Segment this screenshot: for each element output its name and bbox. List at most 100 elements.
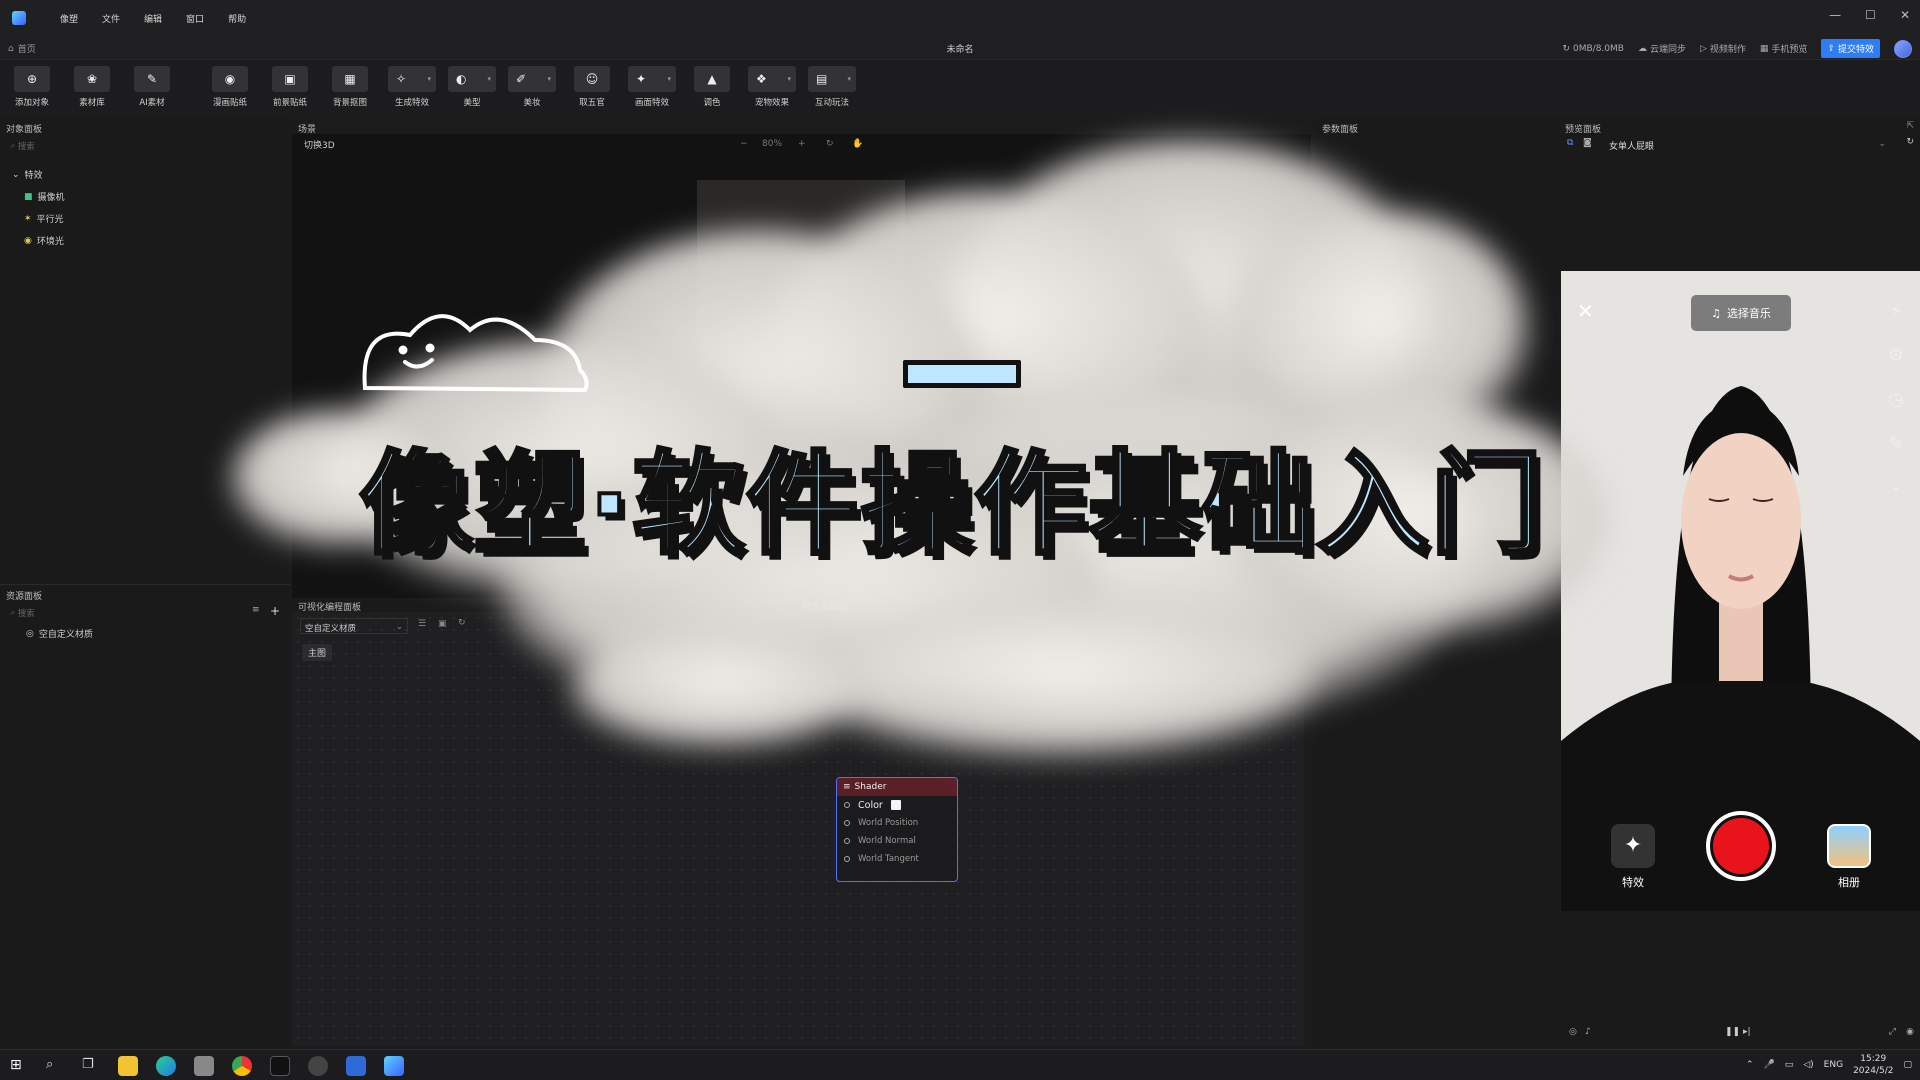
interactive-icon[interactable]: ▤ xyxy=(808,66,856,92)
ai-material-icon[interactable]: ✎ xyxy=(134,66,170,92)
record-mode-icon[interactable]: ◉ xyxy=(1906,1027,1914,1037)
notification-icon[interactable]: ▢ xyxy=(1903,1060,1912,1070)
obs-icon[interactable] xyxy=(308,1056,328,1076)
cloud-sync-button[interactable]: ☁ 云端同步 xyxy=(1638,42,1686,56)
album-button[interactable]: 相册 xyxy=(1825,824,1873,890)
tool-foreground-sticker[interactable]: ▣ 前景贴纸 xyxy=(264,66,316,108)
popout-icon[interactable]: ⇱ xyxy=(1906,121,1914,131)
tree-item-camera[interactable]: ■ 摄像机 xyxy=(24,190,65,204)
volume-icon[interactable]: ♪ xyxy=(1585,1027,1591,1037)
tray-expand-icon[interactable]: ⌃ xyxy=(1746,1060,1754,1070)
toggle-3d-button[interactable]: 切换3D xyxy=(304,138,335,151)
makeup-icon[interactable]: ✐ xyxy=(508,66,556,92)
tool-generate-effect[interactable]: ✧ 生成特效 xyxy=(386,66,438,108)
choose-music-button[interactable]: ♫ 选择音乐 xyxy=(1691,295,1791,331)
port-dot[interactable] xyxy=(844,856,850,862)
beauty-wand-icon[interactable]: ✎ xyxy=(1884,433,1908,454)
tool-makeup[interactable]: ✐ 美妆 xyxy=(506,66,558,108)
refresh-icon[interactable]: ↻ xyxy=(458,618,466,628)
file-explorer-icon[interactable] xyxy=(118,1056,138,1076)
menu-edit[interactable]: 编辑 xyxy=(144,12,162,25)
network-icon[interactable]: ▭ xyxy=(1785,1060,1794,1070)
tool-face-shape[interactable]: ◐ 美型 xyxy=(446,66,498,108)
filter-icon[interactable]: ≡ xyxy=(252,605,260,615)
zoom-out-icon[interactable]: − xyxy=(740,139,748,149)
settings-icon[interactable]: ⚙ xyxy=(1884,345,1908,366)
material-library-icon[interactable]: ❀ xyxy=(74,66,110,92)
windows-start-icon[interactable]: ⊞ xyxy=(10,1057,22,1073)
flash-off-icon[interactable]: ⚡ xyxy=(1884,301,1908,322)
phone-preview-button[interactable]: ▦ 手机预览 xyxy=(1760,42,1808,56)
port-color[interactable]: Color xyxy=(837,796,957,814)
port-dot[interactable] xyxy=(844,838,850,844)
port-dot[interactable] xyxy=(844,820,850,826)
pan-hand-icon[interactable]: ✋ xyxy=(852,139,863,149)
resource-item[interactable]: ◎ 空自定义材质 xyxy=(26,627,93,641)
input-language[interactable]: ENG xyxy=(1824,1060,1843,1070)
record-button[interactable] xyxy=(1706,811,1776,881)
resource-search-input[interactable]: ⌕ 搜索 xyxy=(10,607,35,619)
add-resource-icon[interactable]: + xyxy=(270,604,280,618)
tool-interactive[interactable]: ▤ 互动玩法 xyxy=(806,66,858,108)
list-icon[interactable]: ☰ xyxy=(418,619,426,629)
close-window-button[interactable]: ✕ xyxy=(1900,8,1910,22)
pet-effect-icon[interactable]: ❖ xyxy=(748,66,796,92)
tool-facial-features[interactable]: ☺ 取五官 xyxy=(566,66,618,108)
screen-effect-icon[interactable]: ✦ xyxy=(628,66,676,92)
search-icon[interactable]: ⌕ xyxy=(46,1057,53,1072)
background-matting-icon[interactable]: ▦ xyxy=(332,66,368,92)
timer-icon[interactable]: ◷ xyxy=(1884,389,1908,410)
tree-item-ambient-light[interactable]: ◉ 环境光 xyxy=(24,234,64,248)
refresh-icon[interactable]: ↻ xyxy=(1906,137,1914,147)
tool-color-grade[interactable]: ▲ 调色 xyxy=(686,66,738,108)
zoom-in-icon[interactable]: + xyxy=(798,139,806,149)
qq-icon[interactable] xyxy=(270,1056,290,1076)
tool-material-library[interactable]: ❀ 素材库 xyxy=(66,66,118,108)
chrome-icon[interactable] xyxy=(232,1056,252,1076)
menu-help[interactable]: 帮助 xyxy=(228,12,246,25)
menu-window[interactable]: 窗口 xyxy=(186,12,204,25)
port-world-normal[interactable]: World Normal xyxy=(837,832,957,850)
shader-node[interactable]: ≡ Shader Color World Position World Norm… xyxy=(836,777,958,882)
tool-ai-material[interactable]: ✎ AI素材 xyxy=(126,66,178,108)
pause-icon[interactable]: ❚❚ xyxy=(1725,1027,1740,1037)
effects-button[interactable]: ✦ 特效 xyxy=(1609,824,1657,890)
edge-browser-icon[interactable] xyxy=(156,1056,176,1076)
reset-view-icon[interactable]: ↻ xyxy=(826,139,834,149)
port-world-position[interactable]: World Position xyxy=(837,814,957,832)
fullscreen-icon[interactable]: ⤢ xyxy=(1889,1027,1896,1037)
submit-effect-button[interactable]: ⇪ 提交特效 xyxy=(1821,39,1880,58)
material-select[interactable]: 空自定义材质 ⌄ xyxy=(300,618,408,634)
app-icon[interactable] xyxy=(194,1056,214,1076)
phone-preview[interactable]: ✕ ♫ 选择音乐 ⚡ ⚙ ◷ ✎ ⌄ ✦ 特效 相册 xyxy=(1561,271,1920,911)
microphone-icon[interactable]: 🎤 xyxy=(1763,1060,1774,1070)
object-search-input[interactable]: ⌕ 搜索 xyxy=(10,140,35,152)
speed-icon[interactable]: ◎ xyxy=(1569,1027,1577,1037)
camera-icon[interactable]: ◙ xyxy=(1583,138,1592,148)
user-avatar[interactable] xyxy=(1894,39,1912,58)
comic-sticker-icon[interactable]: ◉ xyxy=(212,66,248,92)
port-dot[interactable] xyxy=(844,802,850,808)
mail-icon[interactable] xyxy=(346,1056,366,1076)
volume-icon[interactable]: ◁) xyxy=(1803,1060,1813,1070)
generate-effect-icon[interactable]: ✧ xyxy=(388,66,436,92)
next-frame-icon[interactable]: ▸| xyxy=(1743,1027,1751,1037)
xiangsu-app-icon[interactable] xyxy=(384,1056,404,1076)
video-make-button[interactable]: ▷ 视频制作 xyxy=(1700,42,1746,56)
foreground-sticker-icon[interactable]: ▣ xyxy=(272,66,308,92)
port-world-tangent[interactable]: World Tangent xyxy=(837,850,957,868)
node-graph-canvas[interactable]: 空自定义材质 ⌄ ☰ ▣ ↻ 主图 xyxy=(292,612,1304,1046)
tool-comic-sticker[interactable]: ◉ 漫画贴纸 xyxy=(204,66,256,108)
facial-features-icon[interactable]: ☺ xyxy=(574,66,610,92)
menu-app-name[interactable]: 像塑 xyxy=(60,12,78,25)
tool-screen-effect[interactable]: ✦ 画面特效 xyxy=(626,66,678,108)
color-swatch[interactable] xyxy=(890,800,901,810)
system-clock[interactable]: 15:29 2024/5/2 xyxy=(1853,1053,1893,1077)
tool-pet-effect[interactable]: ❖ 宠物效果 xyxy=(746,66,798,108)
color-grade-icon[interactable]: ▲ xyxy=(694,66,730,92)
task-view-icon[interactable]: ❐ xyxy=(82,1057,94,1072)
menu-file[interactable]: 文件 xyxy=(102,12,120,25)
chevron-down-icon[interactable]: ⌄ xyxy=(1878,139,1886,149)
tool-plus[interactable]: ⊕ 添加对象 xyxy=(6,66,58,108)
tab-main-graph[interactable]: 主图 xyxy=(302,644,333,661)
